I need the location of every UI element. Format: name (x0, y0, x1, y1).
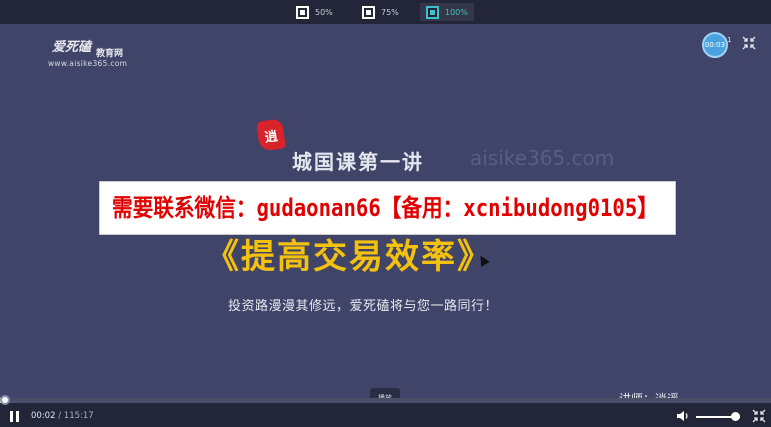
volume-icon[interactable] (676, 410, 690, 422)
zoom-100-label: 100% (445, 7, 468, 17)
main-title: 《提高交易效率》 (205, 237, 493, 277)
pause-button[interactable] (10, 411, 22, 423)
zoom-75-option[interactable]: 75% (362, 5, 399, 19)
pause-bar-left (10, 411, 13, 422)
collapse-icon[interactable] (742, 36, 756, 50)
course-line-text: 城国课第一讲 (292, 150, 424, 174)
player-controls: 00:02 / 115:17 (0, 395, 771, 427)
contact-banner: 需要联系微信：gudaonan66【备用：xcnibudong0105】 (99, 181, 676, 235)
timer-extra-text: 1 (727, 36, 732, 44)
logo-url-text: www.aisike365.com (48, 59, 128, 68)
zoom-toolbar: 50% 75% 100% (0, 0, 771, 24)
zoom-50-label: 50% (315, 7, 333, 17)
pause-bar-right (16, 411, 19, 422)
contact-banner-text: 需要联系微信：gudaonan66【备用：xcnibudong0105】 (112, 194, 658, 222)
time-display: 00:02 / 115:17 (31, 411, 94, 421)
slide-subtitle: 投资路漫漫其修远，爱死磕将与您一路同行！ (228, 299, 499, 314)
progress-bar[interactable] (0, 395, 771, 405)
zoom-50-option[interactable]: 50% (296, 5, 333, 19)
seal-char: 逍 (263, 128, 279, 146)
current-time: 00:02 (31, 411, 56, 421)
volume-handle[interactable] (731, 412, 740, 421)
duration: 115:17 (63, 411, 94, 421)
zoom-100-option[interactable]: 100% (420, 3, 474, 21)
logo-cn-text: 教育网 (96, 49, 124, 59)
zoom-75-icon (362, 5, 375, 19)
watermark-url: aisike365.com (470, 146, 615, 170)
logo-mark: 爱死磕 (52, 40, 92, 55)
zoom-50-icon (296, 5, 309, 19)
progress-handle[interactable] (0, 395, 10, 405)
seal-stamp: 逍 (256, 118, 286, 152)
exit-fullscreen-icon[interactable] (752, 409, 766, 423)
logo: 爱死磕 教育网 www.aisike365.com (48, 36, 143, 76)
video-area[interactable]: 爱死磕 教育网 www.aisike365.com 00:03 1 逍 城国课第… (0, 24, 771, 408)
zoom-75-label: 75% (381, 7, 399, 17)
timer-badge: 00:03 (702, 32, 728, 58)
timer-label: 00:03 (704, 41, 726, 49)
zoom-100-icon (426, 5, 439, 19)
